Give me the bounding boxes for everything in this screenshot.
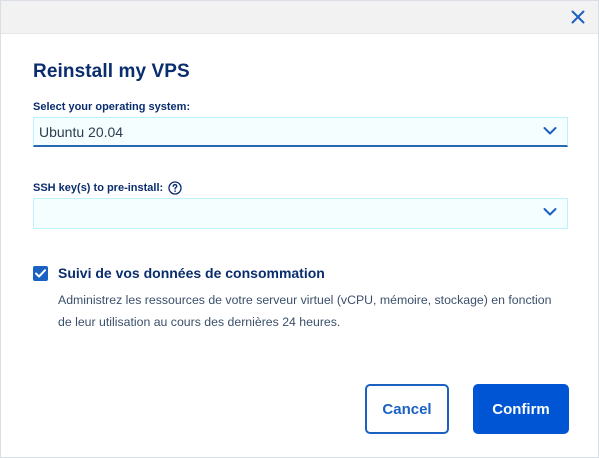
cancel-button[interactable]: Cancel [365,384,449,434]
close-icon [571,10,585,24]
monitoring-description: Administrez les ressources de votre serv… [58,293,552,329]
dialog-header [1,1,598,34]
help-circle-icon[interactable] [168,181,182,195]
chevron-down-icon [543,208,557,216]
checkmark-icon [35,269,46,278]
os-select[interactable]: Ubuntu 20.04 [33,117,568,147]
ssh-select-label-text: SSH key(s) to pre-install: [33,182,164,194]
ssh-key-select[interactable] [33,198,568,229]
ssh-select-label: SSH key(s) to pre-install: [33,181,182,195]
monitoring-checkbox[interactable] [33,266,48,281]
os-select-value: Ubuntu 20.04 [39,124,124,140]
confirm-button[interactable]: Confirm [473,384,569,434]
chevron-down-icon [543,127,557,135]
close-button[interactable] [568,7,588,27]
reinstall-vps-dialog: Reinstall my VPS Select your operating s… [0,0,599,458]
dialog-title: Reinstall my VPS [33,61,190,82]
monitoring-checkbox-label[interactable]: Suivi de vos données de consommation [58,265,325,281]
os-select-label: Select your operating system: [33,101,191,113]
